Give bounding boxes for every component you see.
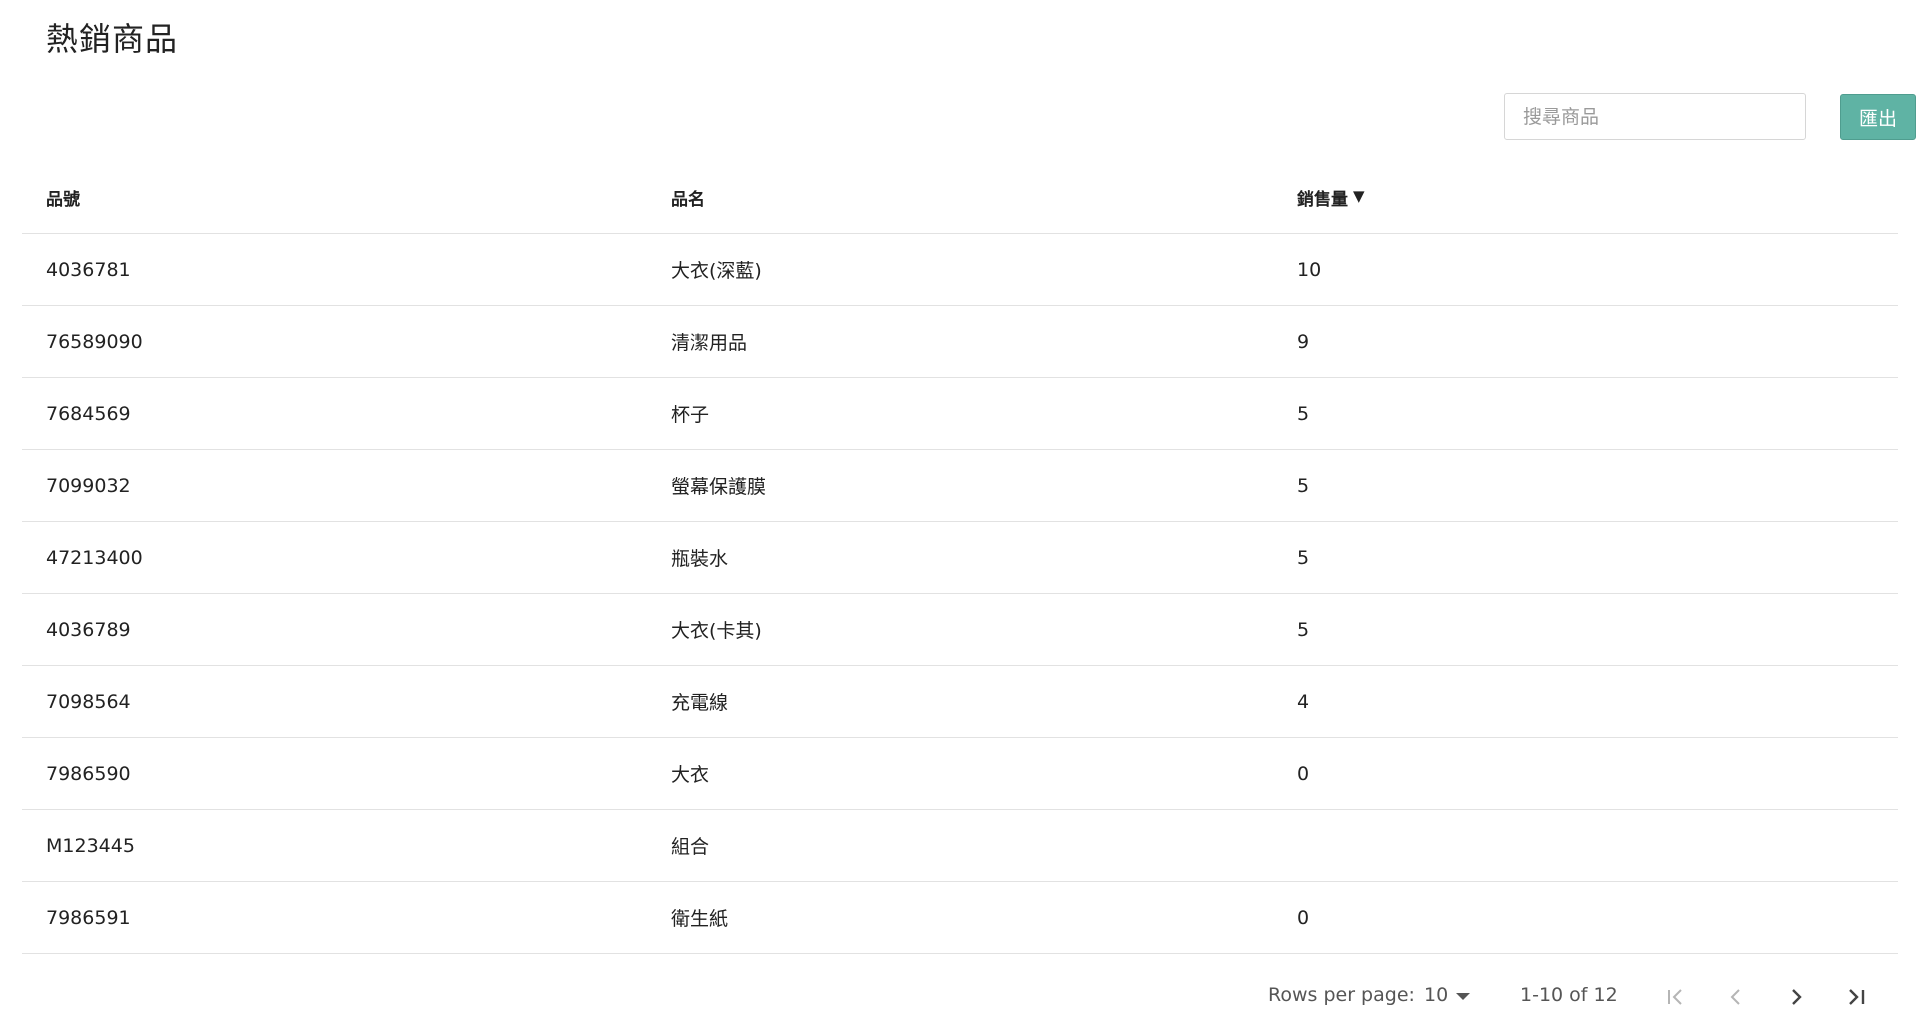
table-row[interactable]: 4036781 大衣(深藍) 10 xyxy=(22,234,1898,306)
product-id-cell: 7684569 xyxy=(46,402,131,425)
product-id-cell: 4036781 xyxy=(46,258,131,281)
sort-descending-icon[interactable]: ▼ xyxy=(1353,187,1365,205)
table-row[interactable]: 7099032 螢幕保護膜 5 xyxy=(22,450,1898,522)
first-page-icon xyxy=(1668,989,1682,1005)
product-name-cell: 清潔用品 xyxy=(671,332,748,354)
product-name-cell: 衛生紙 xyxy=(671,908,729,930)
column-header-product-id[interactable]: 品號 xyxy=(46,162,80,233)
page-range-text: 1-10 of 12 xyxy=(1520,984,1618,1006)
product-name-cell: 充電線 xyxy=(671,692,729,714)
products-table: 品號 品名 銷售量 ▼ 4036781 大衣(深藍) 10 76589090 清… xyxy=(22,162,1898,954)
pagination-bar: Rows per page: 10 1-10 of 12 xyxy=(0,980,1920,1009)
column-header-product-name[interactable]: 品名 xyxy=(671,162,705,233)
product-id-cell: 7986590 xyxy=(46,762,131,785)
previous-page-button[interactable] xyxy=(1720,980,1752,1009)
page-title: 熱銷商品 xyxy=(46,20,179,58)
first-page-button[interactable] xyxy=(1660,980,1692,1009)
sales-cell: 5 xyxy=(1297,546,1310,569)
caret-down-icon xyxy=(1456,992,1471,1000)
sales-cell: 0 xyxy=(1297,906,1310,929)
product-id-cell: 4036789 xyxy=(46,618,131,641)
sales-cell: 4 xyxy=(1297,690,1310,713)
chevron-right-icon xyxy=(1792,989,1802,1005)
table-row[interactable]: 7684569 杯子 5 xyxy=(22,378,1898,450)
table-row[interactable]: 7098564 充電線 4 xyxy=(22,666,1898,738)
product-id-cell: 7099032 xyxy=(46,474,131,497)
export-button[interactable]: 匯出 xyxy=(1840,94,1916,140)
sales-cell: 10 xyxy=(1297,258,1322,281)
product-name-cell: 杯子 xyxy=(671,404,710,426)
last-page-icon xyxy=(1849,989,1865,1005)
product-name-cell: 螢幕保護膜 xyxy=(671,476,767,498)
product-name-cell: 瓶裝水 xyxy=(671,548,729,570)
column-header-sales[interactable]: 銷售量 ▼ xyxy=(1297,162,1365,233)
table-row[interactable]: 76589090 清潔用品 9 xyxy=(22,306,1898,378)
table-row[interactable]: M123445 組合 xyxy=(22,810,1898,882)
product-id-cell: 7986591 xyxy=(46,906,131,929)
product-name-cell: 大衣(卡其) xyxy=(671,620,762,642)
search-input[interactable] xyxy=(1504,93,1806,140)
product-id-cell: M123445 xyxy=(46,834,135,857)
last-page-button[interactable] xyxy=(1840,980,1872,1009)
sales-cell: 5 xyxy=(1297,474,1310,497)
table-header-row: 品號 品名 銷售量 ▼ xyxy=(22,162,1898,234)
product-id-cell: 47213400 xyxy=(46,546,143,569)
rows-per-page-value: 10 xyxy=(1424,984,1449,1006)
product-name-cell: 組合 xyxy=(671,836,710,858)
chevron-left-icon xyxy=(1730,989,1740,1005)
product-name-cell: 大衣 xyxy=(671,764,710,786)
sales-cell: 9 xyxy=(1297,330,1310,353)
sales-cell: 5 xyxy=(1297,402,1310,425)
product-id-cell: 76589090 xyxy=(46,330,143,353)
sales-cell: 0 xyxy=(1297,762,1310,785)
page: 熱銷商品 匯出 品號 品名 銷售量 ▼ 4036781 大衣(深藍) 10 76… xyxy=(0,0,1920,1009)
table-row[interactable]: 7986591 衛生紙 0 xyxy=(22,882,1898,954)
rows-per-page-label: Rows per page: xyxy=(1268,984,1415,1006)
table-row[interactable]: 47213400 瓶裝水 5 xyxy=(22,522,1898,594)
product-name-cell: 大衣(深藍) xyxy=(671,260,762,282)
sales-cell: 5 xyxy=(1297,618,1310,641)
table-row[interactable]: 4036789 大衣(卡其) 5 xyxy=(22,594,1898,666)
product-id-cell: 7098564 xyxy=(46,690,131,713)
rows-per-page-select[interactable]: 10 xyxy=(1424,984,1471,1006)
table-row[interactable]: 7986590 大衣 0 xyxy=(22,738,1898,810)
next-page-button[interactable] xyxy=(1780,980,1812,1009)
